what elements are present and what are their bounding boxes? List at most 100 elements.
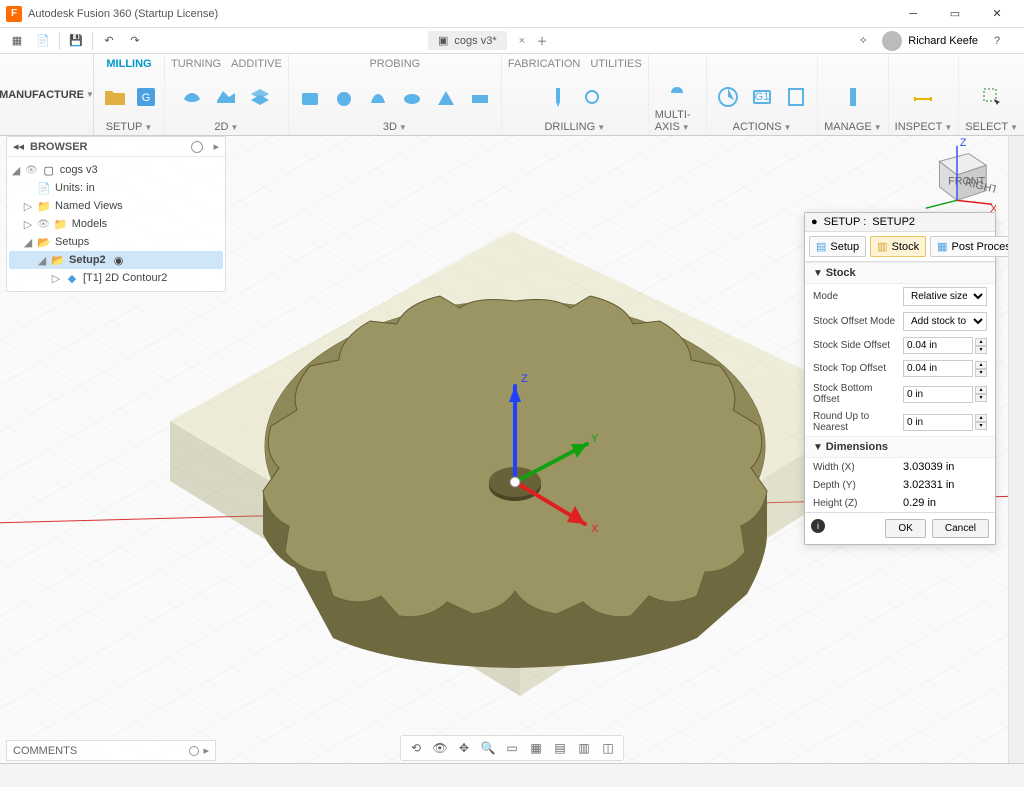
ok-button[interactable]: OK [885,519,925,538]
help-icon[interactable]: ? [984,30,1010,52]
label-height: Height (Z) [813,498,899,509]
user-avatar[interactable] [882,31,902,51]
extensions-icon[interactable]: ✧ [850,30,876,52]
tree-root[interactable]: ◢ 👁 ▢ cogs v3 [9,161,223,179]
zoom-icon[interactable]: 🔍 [479,739,497,757]
tab-utilities[interactable]: UTILITIES [590,58,641,70]
vertical-scrollbar[interactable] [1008,136,1024,763]
multi-axis-icon[interactable] [662,65,692,109]
document-tab[interactable]: ▣ cogs v3* [428,31,507,50]
file-menu-icon[interactable]: 📄 [30,30,56,52]
section-dimensions-header[interactable]: ▼ Dimensions [805,436,995,458]
tab-setup[interactable]: ▤Setup [809,236,866,257]
spinner-icon[interactable]: ▴▾ [975,386,987,402]
comments-panel[interactable]: COMMENTS ▸ [6,740,216,761]
collapse-icon[interactable]: ◢ [23,236,33,249]
app-menu-icon[interactable]: ▦ [4,30,30,52]
tree-contour2[interactable]: ▷ ◆ [T1] 2D Contour2 [9,269,223,287]
save-icon[interactable]: 💾 [63,30,89,52]
window-close-button[interactable]: ✕ [976,0,1018,28]
manage-tools-icon[interactable] [838,75,868,119]
tab-additive[interactable]: ADDITIVE [231,58,282,70]
3d-adaptive-icon[interactable] [295,75,325,119]
2d-pocket-icon[interactable] [211,75,241,119]
snap-icon[interactable]: ▥ [575,739,593,757]
title-bar: F Autodesk Fusion 360 (Startup License) … [0,0,1024,28]
3d-ramp-icon[interactable] [431,75,461,119]
expand-icon[interactable]: ▷ [51,272,61,285]
orbit-icon[interactable]: ⟲ [407,739,425,757]
tab-turning[interactable]: TURNING [171,58,221,70]
generate-icon[interactable] [713,75,743,119]
setup-nc-icon[interactable]: G [134,75,158,119]
tab-milling[interactable]: MILLING [106,58,151,70]
browser-pin-icon[interactable] [191,141,203,153]
pan-icon[interactable]: ✥ [455,739,473,757]
window-minimize-button[interactable]: ─ [892,0,934,28]
grid-icon[interactable]: ▤ [551,739,569,757]
bottom-offset-input[interactable] [903,386,973,403]
3d-contour-icon[interactable] [397,75,427,119]
inspect-measure-icon[interactable] [908,75,938,119]
tree-models[interactable]: ▷ 👁 📁 Models [9,215,223,233]
post-process-icon[interactable] [781,75,811,119]
look-at-icon[interactable]: 👁 [431,739,449,757]
radio-active-icon[interactable]: ◉ [114,254,124,267]
2d-adaptive-icon[interactable] [177,75,207,119]
drill-icon[interactable] [543,75,573,119]
3d-parallel-icon[interactable] [363,75,393,119]
window-restore-button[interactable]: ▭ [934,0,976,28]
top-offset-input[interactable] [903,360,973,377]
spinner-icon[interactable]: ▴▾ [975,414,987,430]
visibility-icon[interactable]: 👁 [25,165,38,176]
hole-recognition-icon[interactable] [577,75,607,119]
tab-probing[interactable]: PROBING [369,58,420,70]
3d-horizontal-icon[interactable] [465,75,495,119]
simulate-icon[interactable]: G1 [747,75,777,119]
fit-icon[interactable]: ▭ [503,739,521,757]
visibility-icon[interactable]: 👁 [37,219,50,230]
comments-pin-icon[interactable] [189,746,199,756]
redo-icon[interactable]: ↷ [122,30,148,52]
browser-expand-icon[interactable]: ▸ [213,140,219,153]
undo-icon[interactable]: ↶ [96,30,122,52]
comments-title: COMMENTS [13,745,77,757]
select-icon[interactable] [977,75,1007,119]
browser-title: BROWSER [30,141,87,153]
collapse-icon[interactable]: ◢ [37,254,47,267]
round-up-input[interactable] [903,414,973,431]
setup-folder-icon[interactable] [100,75,130,119]
tab-fabrication[interactable]: FABRICATION [508,58,581,70]
collapse-icon[interactable]: ◢ [11,164,21,177]
2d-face-icon[interactable] [245,75,275,119]
viewport-icon[interactable]: ◫ [599,739,617,757]
expand-icon[interactable]: ▷ [23,200,33,213]
offset-mode-select[interactable]: Add stock to sid... [903,312,987,331]
section-stock-header[interactable]: ▼ Stock [805,262,995,284]
display-style-icon[interactable]: ▦ [527,739,545,757]
value-depth: 3.02331 in [903,479,954,491]
side-offset-input[interactable] [903,337,973,354]
spinner-icon[interactable]: ▴▾ [975,361,987,377]
spinner-icon[interactable]: ▴▾ [975,338,987,354]
expand-icon[interactable]: ▷ [23,218,33,231]
mode-select[interactable]: Relative size box [903,287,987,306]
comments-expand-icon[interactable]: ▸ [203,744,209,757]
dialog-pin-icon[interactable]: ● [811,216,818,228]
timeline-bar[interactable] [0,763,1024,787]
info-icon[interactable]: i [811,519,825,533]
new-tab-icon[interactable]: ＋ [529,30,555,52]
tree-setups[interactable]: ◢ 📂 Setups [9,233,223,251]
viewport[interactable]: Z Y X FRONT RIGHT Z [0,136,1024,763]
quick-access-toolbar: ▦ 📄 💾 ↶ ↷ ▣ cogs v3* × ＋ ✧ Richard Keefe… [0,28,1024,54]
tree-setup2[interactable]: ◢ 📂 Setup2 ◉ [9,251,223,269]
tree-units[interactable]: 📄 Units: in [9,179,223,197]
view-cube[interactable]: FRONT RIGHT Z X [918,136,996,214]
browser-chevron-icon[interactable]: ◂◂ [13,140,24,153]
cancel-button[interactable]: Cancel [932,519,989,538]
3d-pocket-icon[interactable] [329,75,359,119]
tab-stock[interactable]: ▥Stock [870,236,926,257]
document-close-icon[interactable]: × [519,35,525,47]
tree-named-views[interactable]: ▷ 📁 Named Views [9,197,223,215]
workspace-switcher[interactable]: MANUFACTURE▼ [0,54,94,135]
